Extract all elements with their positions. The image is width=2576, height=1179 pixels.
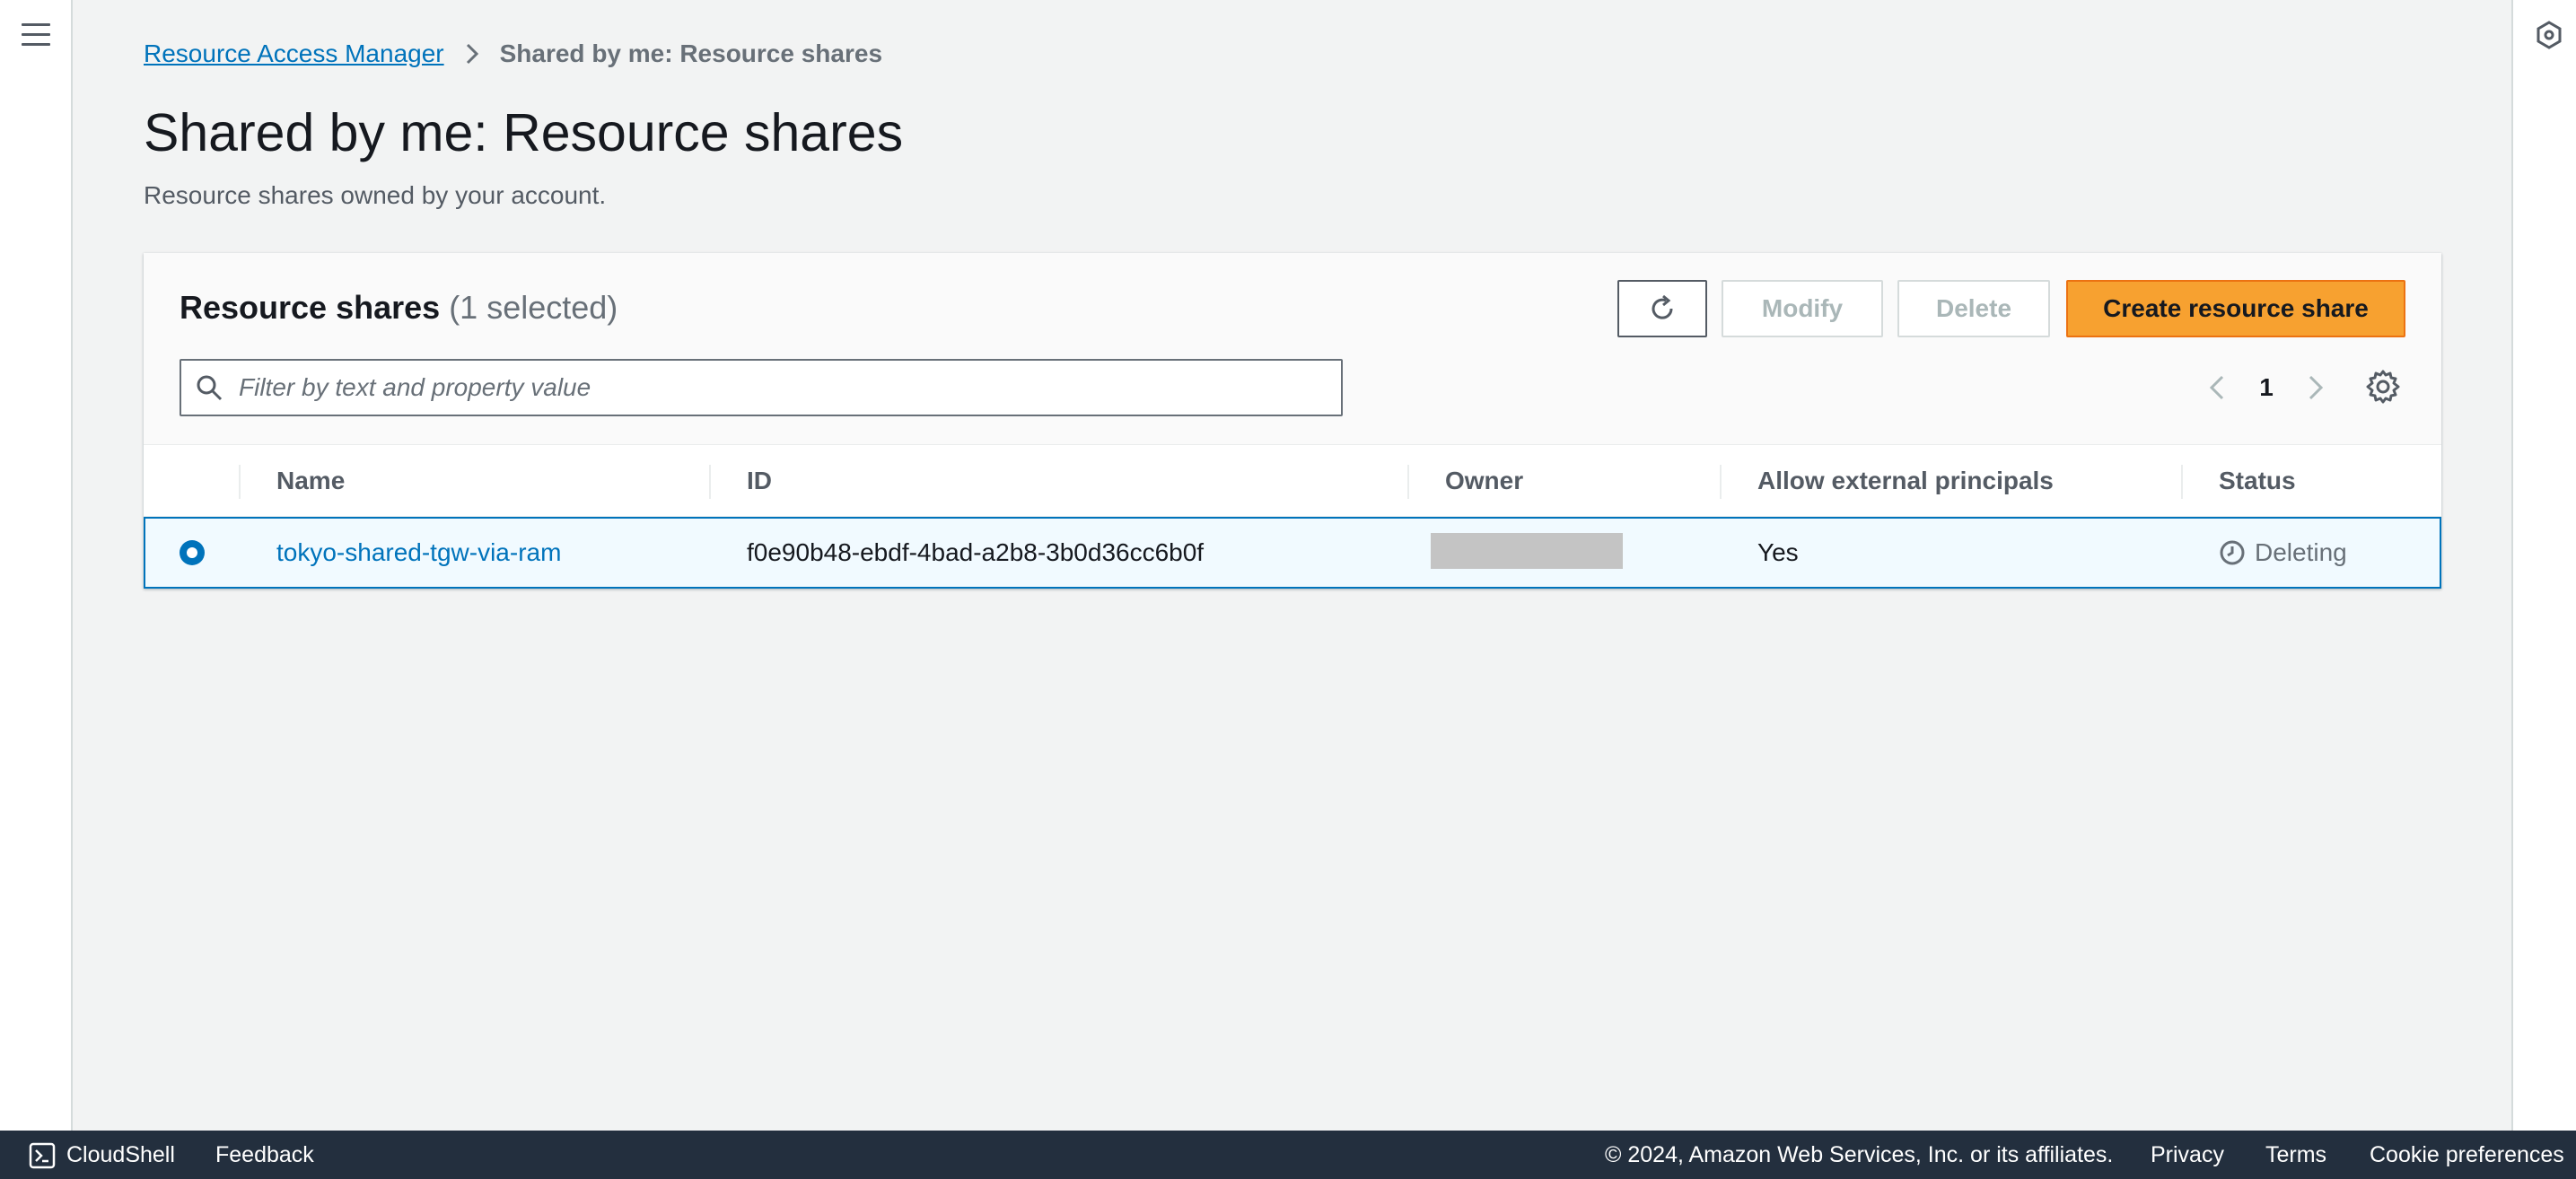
owner-redacted [1431,533,1623,569]
breadcrumb-link-ram[interactable]: Resource Access Manager [144,39,444,68]
column-divider [2181,465,2183,499]
feedback-link[interactable]: Feedback [215,1131,314,1179]
create-resource-share-button[interactable]: Create resource share [2066,280,2405,337]
chevron-right-icon [464,41,480,66]
refresh-icon [1652,294,1673,319]
column-header-allow-external[interactable]: Allow external principals [1757,445,2054,517]
right-tools-rail [2511,0,2576,1131]
refresh-button[interactable] [1617,280,1707,337]
resource-share-name-link[interactable]: tokyo-shared-tgw-via-ram [276,538,561,566]
clock-icon [2220,540,2245,565]
breadcrumb: Resource Access Manager Shared by me: Re… [144,39,882,68]
row-select-radio[interactable] [180,540,205,565]
resource-shares-panel: Resource shares (1 selected) Modify Dele… [144,253,2441,589]
cloudshell-icon[interactable] [29,1142,56,1169]
page-number[interactable]: 1 [2235,373,2298,402]
pagination: 1 [2199,366,2334,409]
panel-title: Resource shares (1 selected) [180,289,618,327]
cloudshell-link[interactable]: CloudShell [66,1131,175,1179]
search-icon [197,375,223,401]
settings-icon[interactable] [2364,368,2402,406]
privacy-link[interactable]: Privacy [2151,1131,2224,1179]
panel-title-text: Resource shares [180,289,441,326]
selected-count: (1 selected) [449,289,618,326]
chevron-left-icon[interactable] [2199,366,2235,409]
chevron-right-icon[interactable] [2298,366,2334,409]
panel-header: Resource shares (1 selected) Modify Dele… [144,253,2441,445]
table-header: Name ID Owner Allow external principals … [144,445,2441,517]
filter-box [180,359,1343,416]
breadcrumb-current: Shared by me: Resource shares [499,39,883,67]
column-header-owner[interactable]: Owner [1445,445,1523,517]
column-divider [239,465,241,499]
menu-icon[interactable] [22,23,50,48]
column-divider [709,465,711,499]
page-description: Resource shares owned by your account. [144,181,607,209]
hexagon-icon[interactable] [2535,20,2563,50]
column-header-status[interactable]: Status [2219,445,2296,517]
footer: CloudShell Feedback © 2024, Amazon Web S… [0,1131,2576,1179]
page-title: Shared by me: Resource shares [144,103,904,162]
column-divider [1407,465,1409,499]
status-text: Deleting [2255,538,2347,566]
modify-button[interactable]: Modify [1722,280,1883,337]
filter-input[interactable] [239,373,1316,402]
delete-button[interactable]: Delete [1897,280,2050,337]
cookie-preferences-link[interactable]: Cookie preferences [2370,1131,2564,1179]
allow-external-value: Yes [1757,538,1799,566]
column-header-name[interactable]: Name [276,445,345,517]
left-nav-rail [0,0,73,1131]
column-header-id[interactable]: ID [747,445,772,517]
column-divider [1720,465,1722,499]
terms-link[interactable]: Terms [2265,1131,2326,1179]
status-cell: Deleting [2219,519,2347,587]
resource-share-id: f0e90b48-ebdf-4bad-a2b8-3b0d36cc6b0f [747,538,1205,566]
table-row[interactable]: tokyo-shared-tgw-via-ram f0e90b48-ebdf-4… [144,517,2441,589]
copyright-text: © 2024, Amazon Web Services, Inc. or its… [1605,1142,2114,1167]
